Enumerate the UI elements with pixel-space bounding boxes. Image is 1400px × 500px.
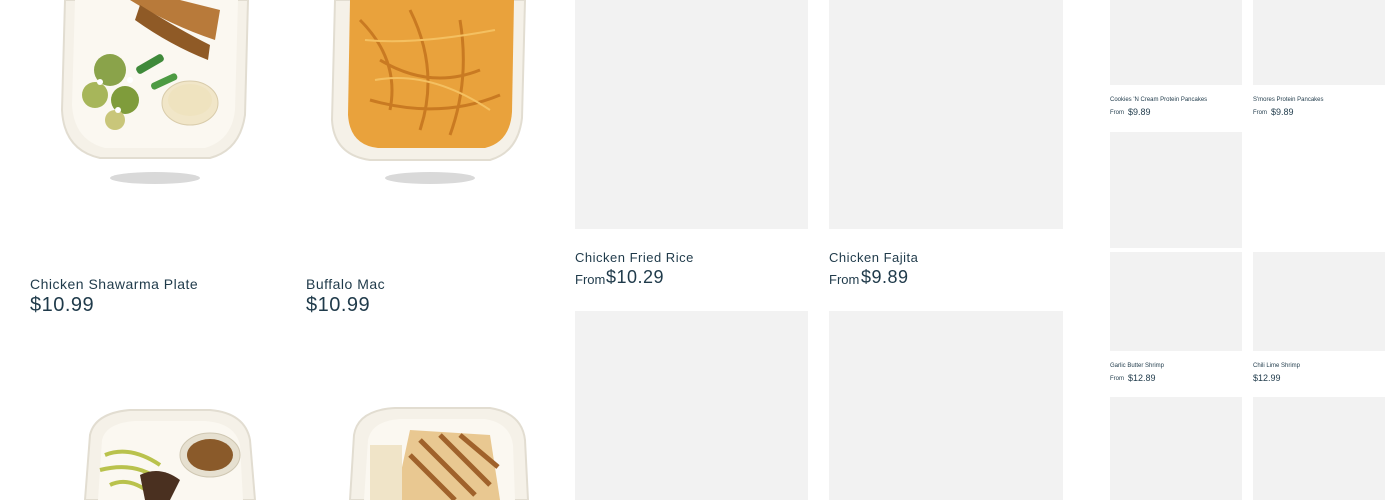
chicken-fajita-image-placeholder[interactable]: [829, 0, 1063, 229]
product-name[interactable]: Buffalo Mac: [306, 276, 385, 292]
price-from-label: From: [829, 272, 860, 287]
product-image-placeholder[interactable]: [1110, 132, 1242, 248]
product-name[interactable]: Garlic Butter Shrimp: [1110, 363, 1164, 369]
product-price: $9.89: [1271, 107, 1294, 117]
chicken-fried-rice-image-placeholder[interactable]: [575, 0, 808, 229]
price-from-label: From: [1110, 376, 1124, 382]
garlic-butter-shrimp-image-placeholder[interactable]: [1110, 252, 1242, 351]
product-name[interactable]: Chicken Fajita: [829, 250, 918, 265]
product-name[interactable]: Chicken Fried Rice: [575, 250, 694, 265]
smores-pancakes-image-placeholder[interactable]: [1253, 0, 1385, 85]
chicken-shawarma-plate-image[interactable]: [40, 0, 270, 200]
price-from-label: From: [575, 272, 606, 287]
product-price: $12.99: [1253, 373, 1281, 383]
product-image-placeholder[interactable]: [575, 311, 808, 500]
cookies-n-cream-pancakes-image-placeholder[interactable]: [1110, 0, 1242, 85]
product-price: $10.99: [30, 294, 95, 316]
price-from-label: From: [1110, 110, 1124, 116]
grilled-chicken-bowl-image[interactable]: [340, 405, 540, 500]
product-price: $10.99: [306, 294, 371, 316]
product-price: $9.89: [1128, 107, 1151, 117]
price-from-label: From: [1253, 110, 1267, 116]
product-price: $10.29: [606, 267, 665, 287]
product-image-placeholder[interactable]: [1253, 397, 1385, 500]
buffalo-mac-image[interactable]: [320, 0, 540, 200]
product-name[interactable]: Cookies 'N Cream Protein Pancakes: [1110, 97, 1207, 103]
product-name[interactable]: S'mores Protein Pancakes: [1253, 97, 1324, 103]
product-name[interactable]: Chili Lime Shrimp: [1253, 363, 1300, 369]
product-image-placeholder[interactable]: [829, 311, 1063, 500]
product-image-placeholder[interactable]: [1110, 397, 1242, 500]
zoodle-bowl-image[interactable]: [60, 405, 270, 500]
product-price: $12.89: [1128, 373, 1156, 383]
product-name[interactable]: Chicken Shawarma Plate: [30, 276, 198, 292]
chili-lime-shrimp-image-placeholder[interactable]: [1253, 252, 1385, 351]
product-price: $9.89: [861, 267, 909, 287]
